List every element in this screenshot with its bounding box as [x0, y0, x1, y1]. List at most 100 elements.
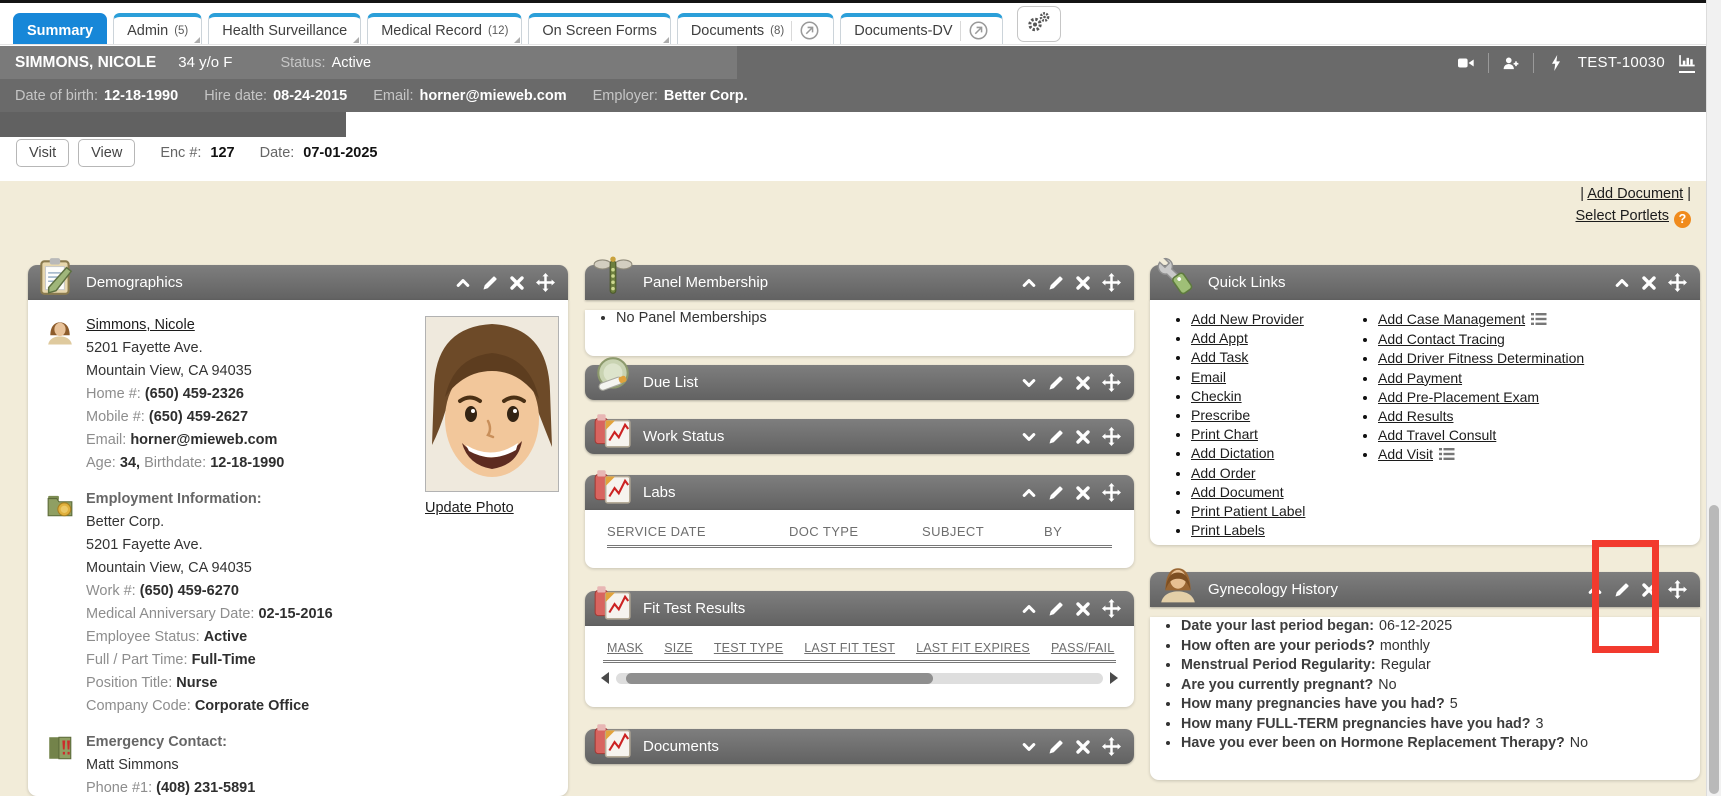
add-document-link[interactable]: Add Document — [1587, 186, 1683, 202]
tab-on-screen-forms[interactable]: On Screen Forms — [528, 13, 670, 44]
vertical-scrollbar-thumb[interactable] — [1709, 505, 1719, 794]
work-phone-value: (650) 459-6270 — [140, 583, 239, 599]
list-icon[interactable] — [1439, 446, 1455, 465]
video-camera-icon[interactable] — [1458, 55, 1474, 71]
labs-column-headers: SERVICE DATE DOC TYPE SUBJECT BY — [585, 510, 1134, 545]
external-link-icon[interactable] — [968, 20, 989, 41]
collapse-icon[interactable] — [1021, 601, 1037, 617]
sort-column-header[interactable]: MASK — [607, 641, 643, 655]
sort-column-header[interactable]: TEST TYPE — [714, 641, 783, 655]
tab-count: (12) — [488, 25, 508, 37]
scrollbar-track[interactable] — [616, 673, 1103, 684]
scroll-left-arrow-icon[interactable] — [601, 672, 609, 684]
sort-column-header[interactable]: LAST FIT TEST — [804, 641, 895, 655]
collapse-icon[interactable] — [455, 275, 471, 291]
close-icon[interactable] — [509, 275, 525, 291]
tab-documents-dv[interactable]: Documents-DV — [840, 13, 1002, 44]
quick-link[interactable]: Add Contact Tracing — [1378, 331, 1505, 347]
quick-link[interactable]: Add Results — [1378, 408, 1453, 424]
quick-link[interactable]: Add Payment — [1378, 370, 1462, 386]
view-button[interactable]: View — [78, 139, 135, 167]
quick-link[interactable]: Checkin — [1191, 388, 1242, 404]
scrollbar-thumb[interactable] — [626, 673, 933, 684]
edit-icon[interactable] — [1048, 485, 1064, 501]
collapse-icon[interactable] — [1614, 275, 1630, 291]
close-icon[interactable] — [1075, 601, 1091, 617]
tab-health-surveillance[interactable]: Health Surveillance — [208, 13, 361, 44]
tab-documents[interactable]: Documents (8) — [677, 13, 834, 44]
add-person-icon[interactable] — [1503, 55, 1519, 71]
quick-link[interactable]: Print Chart — [1191, 426, 1258, 442]
portlet-due-list: Due List — [585, 365, 1134, 400]
quick-link[interactable]: Add Document — [1191, 484, 1284, 500]
visit-button[interactable]: Visit — [16, 139, 69, 167]
lab-chart-icon — [592, 465, 634, 507]
close-icon[interactable] — [1075, 375, 1091, 391]
move-icon[interactable] — [1668, 273, 1687, 292]
quick-link[interactable]: Prescribe — [1191, 407, 1250, 423]
woman-icon — [1157, 562, 1199, 604]
close-icon[interactable] — [1075, 429, 1091, 445]
quick-link[interactable]: Add Task — [1191, 349, 1248, 365]
close-icon[interactable] — [1075, 275, 1091, 291]
quick-link[interactable]: Add Pre-Placement Exam — [1378, 389, 1539, 405]
sort-column-header[interactable]: SIZE — [664, 641, 693, 655]
quick-link[interactable]: Add Driver Fitness Determination — [1378, 350, 1584, 366]
expand-icon[interactable] — [1021, 739, 1037, 755]
sort-column-header[interactable]: LAST FIT EXPIRES — [916, 641, 1030, 655]
sort-column-header[interactable]: PASS/FAIL — [1051, 641, 1114, 655]
update-photo-link[interactable]: Update Photo — [425, 500, 514, 516]
help-icon[interactable]: ? — [1674, 211, 1691, 228]
quick-link[interactable]: Add Travel Consult — [1378, 427, 1496, 443]
chart-tab-bar: Summary Admin (5) Health Surveillance Me… — [0, 3, 1721, 45]
bar-chart-icon[interactable] — [1679, 53, 1695, 73]
quick-link[interactable]: Add Appt — [1191, 330, 1248, 346]
home-phone-label: Home #: — [86, 386, 141, 402]
quick-link[interactable]: Add New Provider — [1191, 311, 1304, 327]
quick-link[interactable]: Add Case Management — [1378, 311, 1525, 327]
close-icon[interactable] — [1641, 275, 1657, 291]
close-icon[interactable] — [1075, 739, 1091, 755]
edit-icon[interactable] — [1048, 739, 1064, 755]
quick-link[interactable]: Print Labels — [1191, 522, 1265, 538]
expand-icon[interactable] — [1021, 375, 1037, 391]
list-icon[interactable] — [1531, 311, 1547, 330]
move-icon[interactable] — [1102, 373, 1121, 392]
edit-icon[interactable] — [1048, 375, 1064, 391]
tab-settings-button[interactable] — [1017, 6, 1061, 42]
edit-icon[interactable] — [1048, 601, 1064, 617]
move-icon[interactable] — [1102, 427, 1121, 446]
close-icon[interactable] — [1075, 485, 1091, 501]
scroll-right-arrow-icon[interactable] — [1110, 672, 1118, 684]
quick-link[interactable]: Add Order — [1191, 465, 1256, 481]
quick-link[interactable]: Print Patient Label — [1191, 503, 1305, 519]
move-icon[interactable] — [1668, 580, 1687, 599]
move-icon[interactable] — [1102, 483, 1121, 502]
vertical-scrollbar[interactable] — [1706, 0, 1721, 796]
collapse-icon[interactable] — [1021, 275, 1037, 291]
tab-admin[interactable]: Admin (5) — [113, 13, 202, 44]
patient-name-link[interactable]: Simmons, Nicole — [86, 317, 195, 333]
answer: 06-12-2025 — [1379, 618, 1452, 634]
external-link-icon[interactable] — [799, 20, 820, 41]
quick-link[interactable]: Add Visit — [1378, 446, 1433, 462]
edit-icon[interactable] — [482, 275, 498, 291]
enc-label: Enc #: — [160, 145, 201, 161]
select-portlets-link[interactable]: Select Portlets — [1576, 208, 1670, 224]
tab-medical-record[interactable]: Medical Record (12) — [367, 13, 522, 44]
collapse-icon[interactable] — [1021, 485, 1037, 501]
move-icon[interactable] — [1102, 599, 1121, 618]
portlet-work-status: Work Status — [585, 419, 1134, 454]
tab-summary[interactable]: Summary — [13, 13, 107, 44]
move-icon[interactable] — [536, 273, 555, 292]
edit-icon[interactable] — [1048, 429, 1064, 445]
quick-link[interactable]: Add Dictation — [1191, 445, 1274, 461]
lightning-icon[interactable] — [1548, 55, 1564, 71]
edit-icon[interactable] — [1048, 275, 1064, 291]
expand-icon[interactable] — [1021, 429, 1037, 445]
move-icon[interactable] — [1102, 737, 1121, 756]
clipboard-icon — [35, 255, 77, 297]
move-icon[interactable] — [1102, 273, 1121, 292]
birthdate-label: Birthdate: — [144, 455, 206, 471]
quick-link[interactable]: Email — [1191, 369, 1226, 385]
